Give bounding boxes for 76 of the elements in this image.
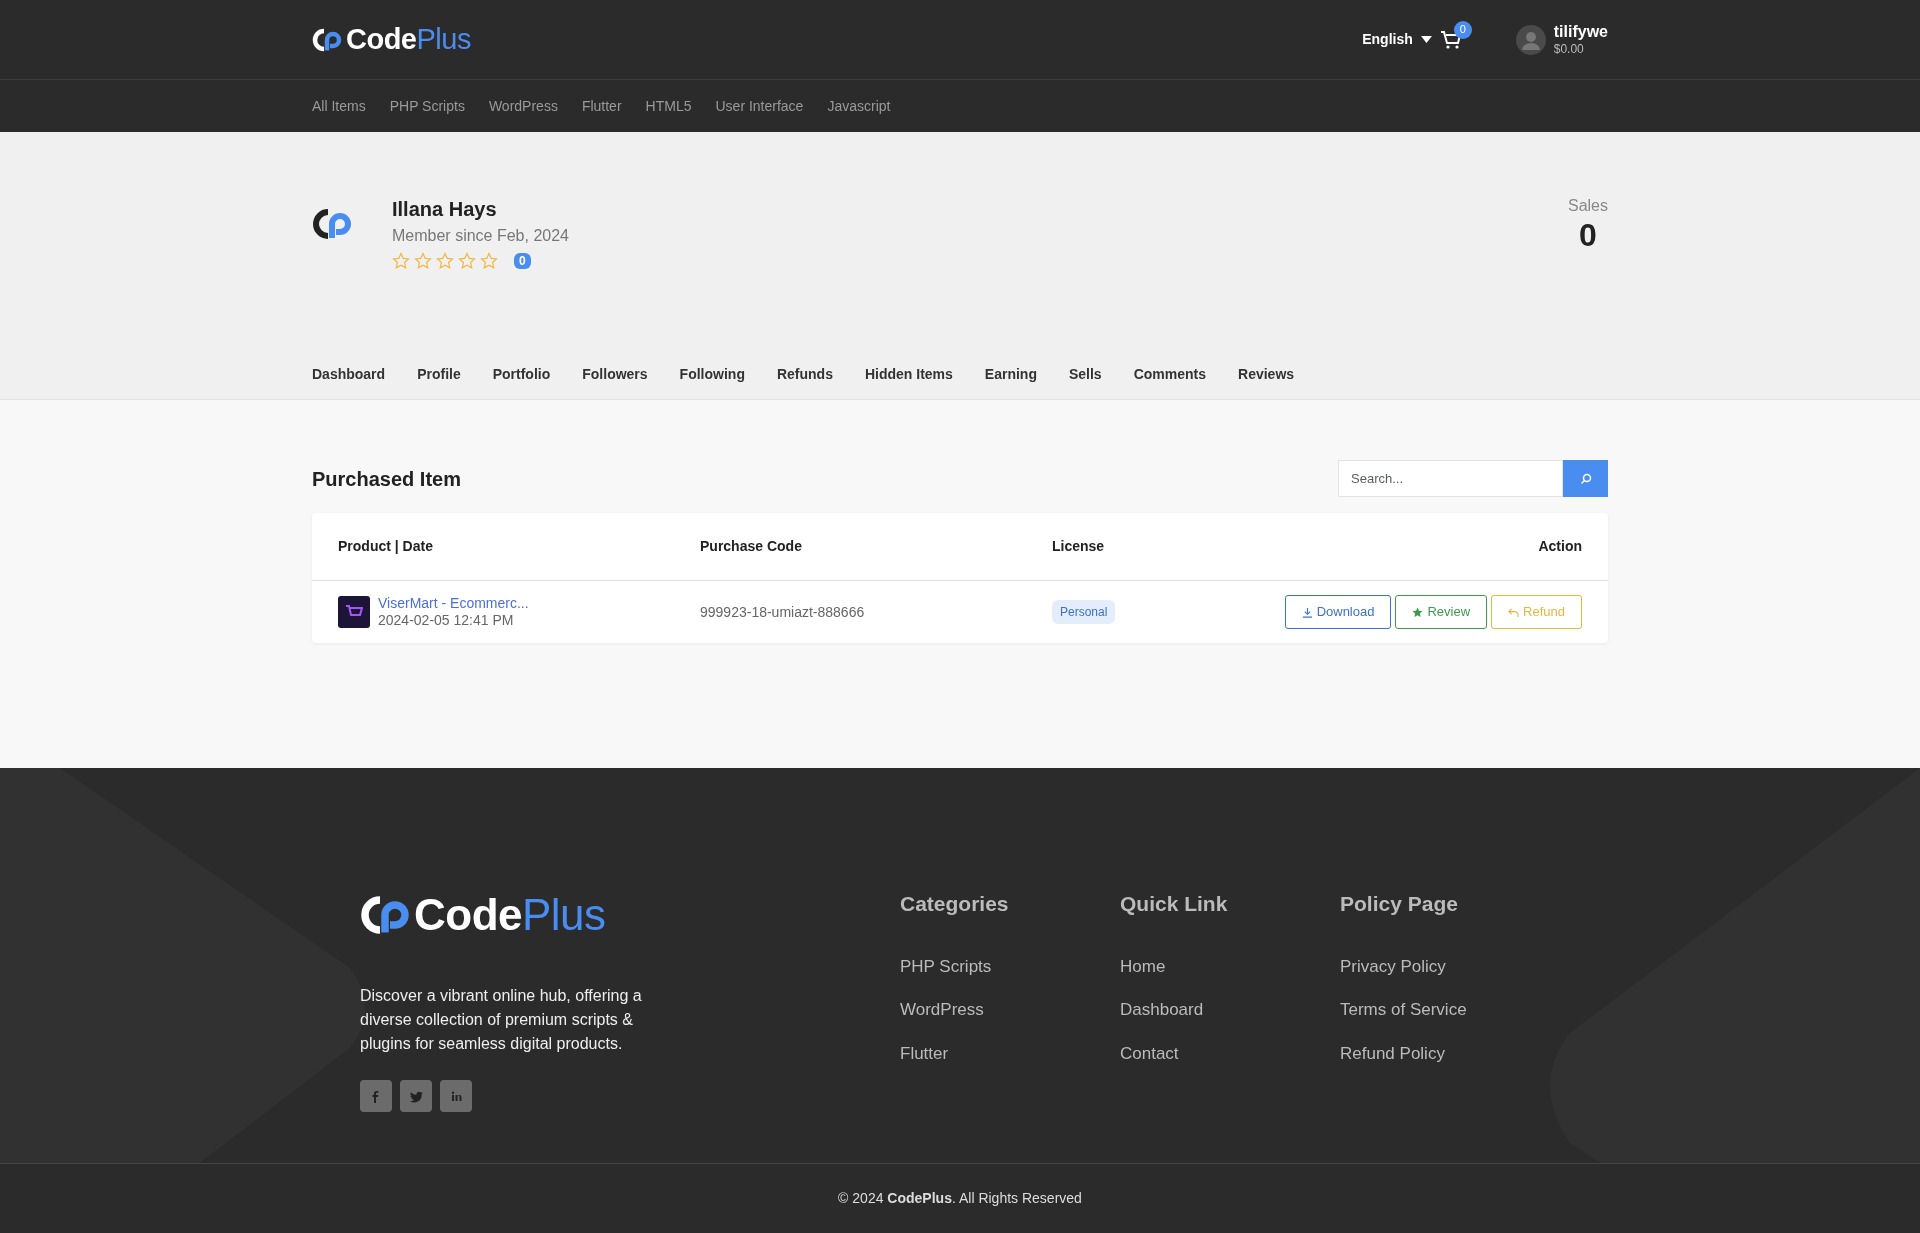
star-icon bbox=[458, 252, 476, 270]
column-header: Purchase Code bbox=[700, 538, 802, 554]
footer-link[interactable]: Refund Policy bbox=[1340, 1040, 1560, 1066]
site-logo[interactable]: CodePlus bbox=[312, 17, 471, 62]
star-icon bbox=[436, 252, 454, 270]
member-since: Member since Feb, 2024 bbox=[392, 226, 569, 246]
license-badge: Personal bbox=[1052, 600, 1116, 624]
profile-tab[interactable]: Hidden Items bbox=[864, 364, 953, 385]
footer-link[interactable]: PHP Scripts bbox=[900, 953, 1120, 979]
column-header: License bbox=[1052, 538, 1105, 554]
footer-heading: Categories bbox=[900, 891, 1010, 917]
star-icon bbox=[480, 252, 498, 270]
logo-text: CodePlus bbox=[414, 889, 606, 941]
profile-tab[interactable]: Comments bbox=[1133, 364, 1207, 385]
category-link[interactable]: WordPress bbox=[488, 95, 558, 117]
section-title: Purchased Item bbox=[312, 466, 461, 492]
footer-link[interactable]: WordPress bbox=[900, 997, 1120, 1023]
search-field[interactable]: Search... bbox=[1338, 460, 1563, 497]
footer-link[interactable]: Terms of Service bbox=[1340, 997, 1560, 1023]
cart-icon bbox=[1439, 29, 1462, 50]
footer-link[interactable]: Privacy Policy bbox=[1340, 953, 1560, 979]
column-header: Product | Date bbox=[338, 538, 433, 554]
language-dropdown[interactable]: English bbox=[1362, 29, 1432, 50]
download-icon bbox=[1301, 606, 1313, 618]
profile-tab[interactable]: Sells bbox=[1068, 364, 1102, 385]
logo-icon bbox=[312, 27, 342, 52]
profile-tab[interactable]: Followers bbox=[582, 364, 648, 385]
footer-link[interactable]: Dashboard bbox=[1120, 997, 1340, 1023]
profile-logo-icon bbox=[312, 208, 352, 240]
column-header: Action bbox=[1538, 538, 1582, 554]
site-logo[interactable]: CodePlus bbox=[360, 882, 606, 948]
return-arrow-icon bbox=[1508, 606, 1520, 618]
category-link[interactable]: User Interface bbox=[715, 95, 804, 117]
purchase-date: 2024-02-05 12:41 PM bbox=[378, 612, 515, 630]
review-button[interactable]: Review bbox=[1395, 595, 1488, 629]
profile-tab[interactable]: Dashboard bbox=[312, 364, 386, 385]
caret-icon bbox=[1420, 35, 1432, 44]
rating-count: 0 bbox=[514, 253, 531, 269]
category-link[interactable]: Flutter bbox=[581, 95, 622, 117]
download-button[interactable]: Download bbox=[1284, 595, 1392, 629]
category-link[interactable]: PHP Scripts bbox=[389, 95, 465, 117]
logo-text: CodePlus bbox=[346, 21, 471, 57]
star-icon bbox=[1412, 606, 1424, 618]
footer-link[interactable]: Contact bbox=[1120, 1040, 1340, 1066]
twitter-link[interactable] bbox=[400, 1080, 432, 1112]
username[interactable]: tilifywe bbox=[1553, 24, 1608, 40]
star-icon bbox=[392, 252, 410, 270]
footer-link[interactable]: Home bbox=[1120, 953, 1340, 979]
logo-icon bbox=[360, 895, 410, 935]
product-link[interactable]: ViserMart - Ecommerc... bbox=[378, 594, 529, 612]
footer-heading: Policy Page bbox=[1340, 891, 1459, 917]
category-link[interactable]: All Items bbox=[312, 95, 366, 117]
cart-count: 0 bbox=[1453, 20, 1472, 39]
profile-tab[interactable]: Reviews bbox=[1238, 364, 1295, 385]
profile-tab[interactable]: Portfolio bbox=[492, 364, 551, 385]
avatar-icon bbox=[1515, 24, 1546, 55]
search-icon bbox=[1579, 473, 1592, 486]
category-link[interactable]: Javascript bbox=[827, 95, 891, 117]
profile-name: Illana Hays bbox=[392, 197, 498, 222]
profile-tab[interactable]: Earning bbox=[984, 364, 1037, 385]
profile-tab[interactable]: Following bbox=[679, 364, 745, 385]
category-link[interactable]: HTML5 bbox=[645, 95, 692, 117]
profile-tab[interactable]: Refunds bbox=[776, 364, 833, 385]
footer-link[interactable]: Flutter bbox=[900, 1040, 1120, 1066]
balance: $0.00 bbox=[1553, 43, 1585, 55]
sales-label: Sales bbox=[1567, 196, 1608, 216]
footer-heading: Quick Link bbox=[1120, 891, 1229, 917]
sales-value: 0 bbox=[1578, 218, 1598, 254]
profile-tab[interactable]: Profile bbox=[417, 364, 461, 385]
footer-description: Discover a vibrant online hub, offering a diverse collection of premium scripts & plugins for seamless digital products. bbox=[360, 986, 643, 1054]
star-icon bbox=[414, 252, 432, 270]
facebook-link[interactable] bbox=[360, 1080, 392, 1112]
linkedin-link[interactable] bbox=[440, 1080, 472, 1112]
copyright-text: © 2024 CodePlus. All Rights Reserved bbox=[838, 1189, 1082, 1208]
purchase-code: 999923-18-umiazt-888666 bbox=[700, 603, 865, 620]
search-button[interactable] bbox=[1563, 460, 1608, 497]
